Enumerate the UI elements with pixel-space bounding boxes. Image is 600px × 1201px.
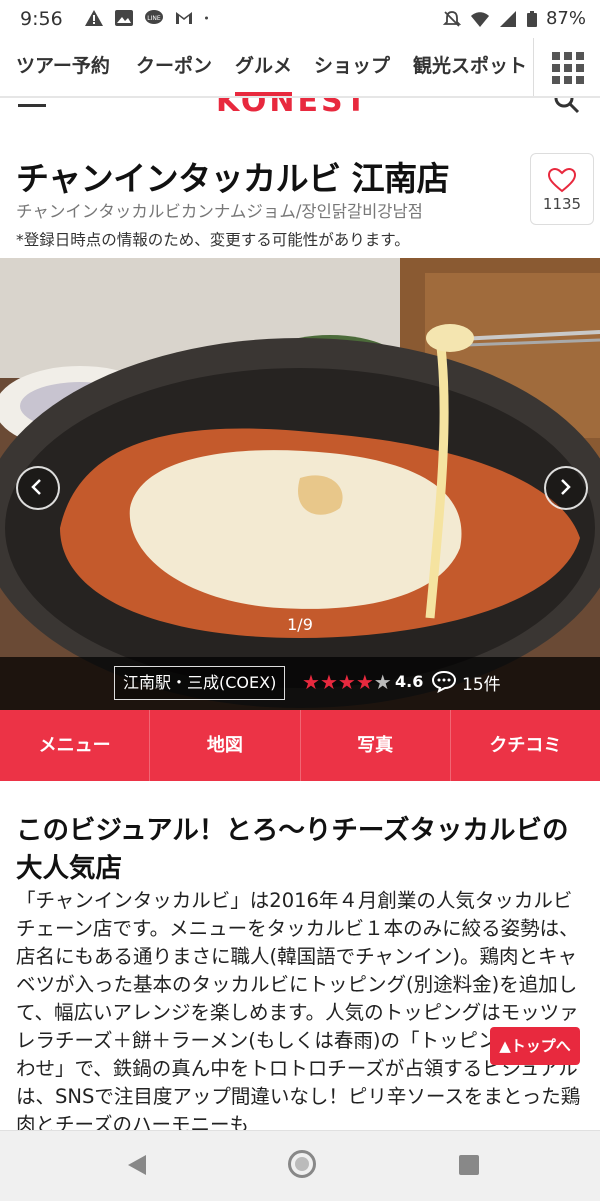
star-icon: ★ — [319, 670, 338, 694]
info-notice: *登録日時点の情報のため、変更する可能性があります。 — [16, 231, 410, 249]
site-logo[interactable]: KONEST — [216, 98, 369, 119]
back-icon[interactable] — [126, 1153, 148, 1177]
star-rating: ★ ★ ★ ★ ★ — [302, 671, 392, 693]
restaurant-subname: チャンインタッカルビカンナムジョム/장인닭갈비강남점 — [16, 202, 423, 221]
search-icon[interactable] — [554, 98, 580, 114]
restaurant-name: チャンインタッカルビ 江南店 — [16, 159, 450, 198]
menu-tab-map[interactable]: 地図 — [150, 710, 301, 781]
tab-tour[interactable]: ツアー予約 — [16, 38, 110, 96]
star-icon: ★ — [302, 670, 320, 694]
wifi-icon — [470, 11, 489, 27]
tab-gourmet[interactable]: グルメ — [235, 38, 293, 96]
tab-sightseeing[interactable]: 観光スポット — [413, 38, 527, 96]
photo-info-bar: 江南駅・三成(COEX) ★ ★ ★ ★ ★ 4.6 15件 — [0, 657, 600, 710]
gallery-next-button[interactable] — [544, 466, 588, 510]
image-icon — [115, 10, 133, 26]
battery-percent: 87% — [545, 8, 586, 29]
gallery-counter: 1/9 — [287, 615, 313, 634]
status-bar: 9:56 LINE 87% — [0, 0, 600, 38]
photo-gallery[interactable] — [0, 258, 600, 710]
warning-icon — [85, 10, 103, 26]
gmail-icon — [176, 12, 192, 24]
tab-coupon[interactable]: クーポン — [136, 38, 212, 96]
menu-tab-reviews[interactable]: クチコミ — [451, 710, 600, 781]
star-icon: ★ — [355, 670, 374, 694]
favorite-count: 1135 — [542, 195, 582, 213]
category-nav: ツアー予約 クーポン グルメ ショップ 観光スポット — [0, 38, 600, 98]
favorite-button[interactable]: 1135 — [530, 153, 594, 225]
hamburger-menu-icon[interactable] — [18, 104, 46, 107]
grid-menu-icon — [552, 52, 584, 84]
recent-apps-icon[interactable] — [459, 1155, 479, 1175]
article-body: 「チャンインタッカルビ」は2016年４月創業の人気タッカルビチェーン店です。メニ… — [16, 889, 581, 1136]
grid-menu-button[interactable] — [533, 38, 600, 96]
dot-icon — [205, 16, 208, 20]
signal-icon — [499, 10, 516, 27]
comment-icon — [431, 670, 457, 693]
category-tabs: ツアー予約 クーポン グルメ ショップ 観光スポット — [0, 38, 532, 96]
back-to-top-button[interactable]: ▲トップへ — [490, 1027, 580, 1065]
section-menu-bar: メニュー 地図 写真 クチコミ — [0, 710, 600, 781]
menu-tab-menu[interactable]: メニュー — [0, 710, 151, 781]
battery-icon — [526, 10, 537, 27]
article-headline: このビジュアル！とろ〜りチーズタッカルビの大人気店 — [16, 815, 569, 884]
svg-text:LINE: LINE — [147, 15, 161, 22]
site-header: KONEST — [0, 98, 600, 122]
chevron-left-icon — [31, 479, 41, 495]
star-icon: ★ — [337, 670, 356, 694]
station-tag[interactable]: 江南駅・三成(COEX) — [114, 666, 286, 700]
home-icon[interactable] — [288, 1150, 316, 1178]
tab-shop[interactable]: ショップ — [314, 38, 390, 96]
rating-value: 4.6 — [395, 672, 424, 691]
system-nav-bar — [0, 1130, 600, 1201]
star-icon: ★ — [373, 670, 392, 694]
review-count[interactable]: 15件 — [462, 670, 501, 695]
line-icon: LINE — [145, 10, 163, 24]
menu-tab-photos[interactable]: 写真 — [301, 710, 451, 781]
heart-icon — [547, 167, 577, 193]
gallery-prev-button[interactable] — [16, 466, 60, 510]
dakgalbi-photo — [0, 258, 600, 710]
status-time: 9:56 — [20, 8, 63, 30]
mute-icon — [442, 10, 462, 27]
chevron-right-icon — [561, 479, 571, 495]
